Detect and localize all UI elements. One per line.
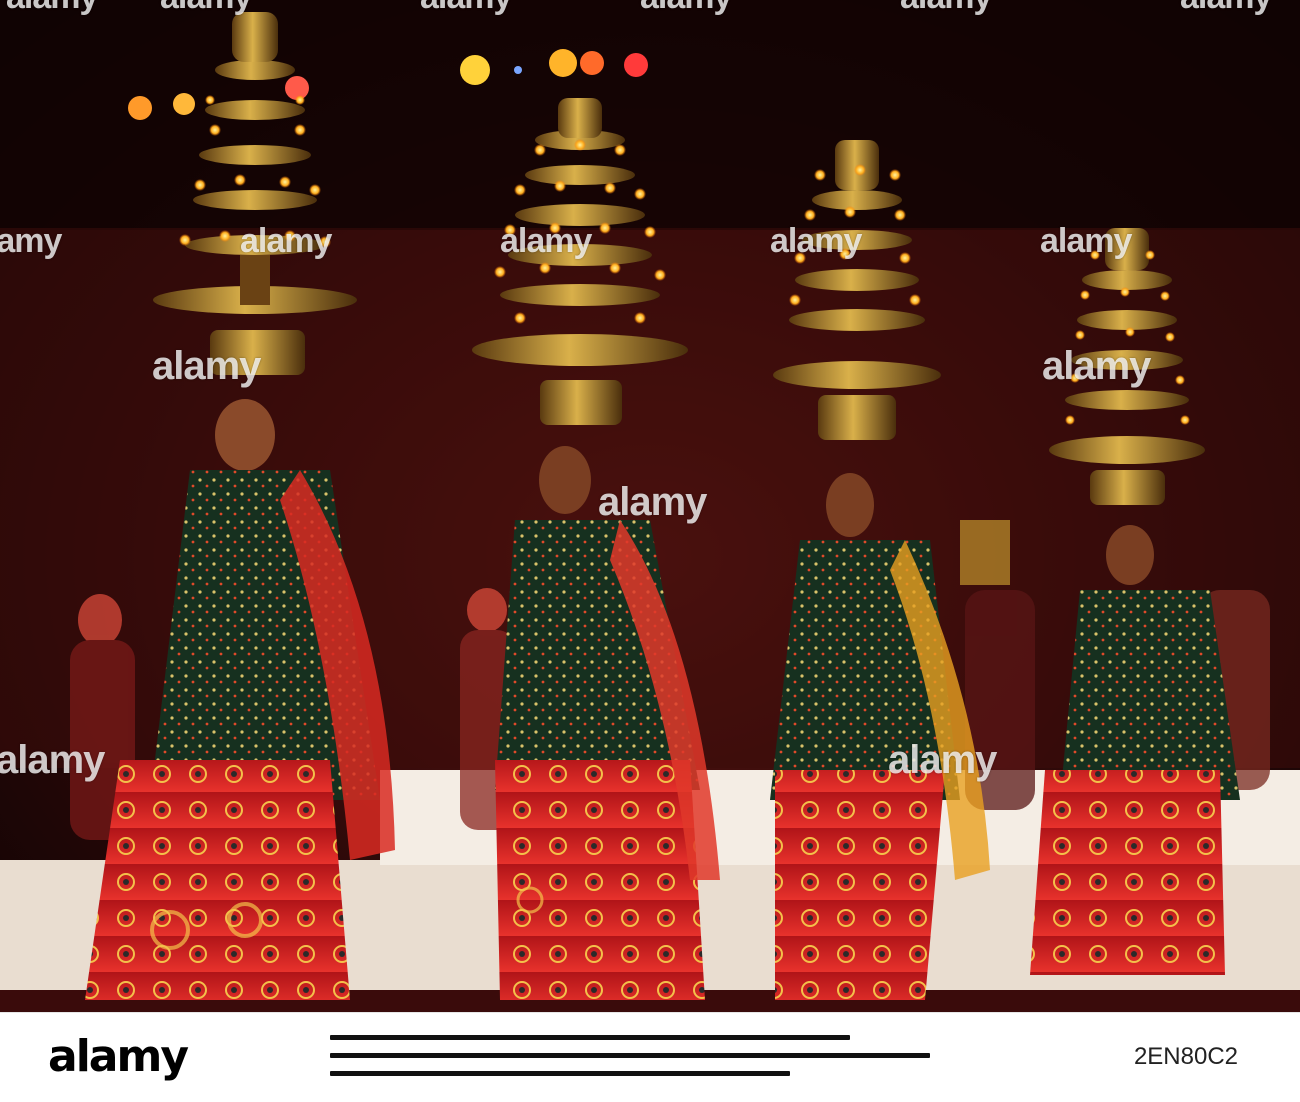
watermark: alamy — [0, 222, 62, 260]
face-4 — [1106, 525, 1154, 585]
watermark: alamy — [1040, 222, 1132, 260]
face-1 — [215, 399, 275, 471]
face-3 — [826, 473, 874, 537]
watermark: alamy — [500, 222, 592, 260]
image-id: 2EN80C2 — [1133, 1043, 1238, 1070]
watermark: alamy — [900, 0, 992, 17]
watermark: alamy — [6, 0, 98, 17]
face-2 — [539, 446, 591, 514]
watermark: alamy — [152, 344, 261, 388]
watermark: alamy — [640, 0, 732, 17]
alamy-logo: alamy — [48, 1031, 189, 1082]
watermark: alamy — [1042, 344, 1151, 388]
footer-bar: alamy 2EN80C2 — [0, 1012, 1300, 1102]
footer-decor — [330, 1031, 970, 1085]
watermark: alamy — [160, 0, 252, 17]
watermark: alamy — [770, 222, 862, 260]
watermark: alamy — [0, 738, 105, 782]
watermark: alamy — [420, 0, 512, 17]
watermark: alamy — [1180, 0, 1272, 17]
watermark: alamy — [240, 222, 332, 260]
watermark: alamy — [888, 738, 997, 782]
watermark: alamy — [598, 480, 707, 524]
